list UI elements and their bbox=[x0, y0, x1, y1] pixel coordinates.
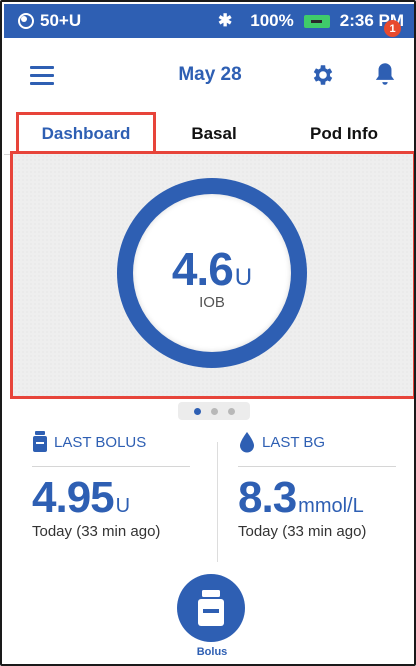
status-bar: 50+U ✱ 100% 2:36 PM bbox=[4, 4, 414, 38]
status-profile: 50+U bbox=[40, 11, 82, 30]
last-bolus-value-row: 4.95 U bbox=[32, 473, 202, 523]
iob-value-row: 4.6U bbox=[133, 242, 291, 296]
last-bg-card: LAST BG 8.3 mmol/L Today (33 min ago) bbox=[238, 430, 408, 540]
iob-circle: 4.6U IOB bbox=[133, 194, 291, 352]
tab-bar: Dashboard Basal Pod Info bbox=[4, 114, 414, 154]
last-bolus-value: 4.95 bbox=[32, 473, 115, 522]
app-header: May 28 bbox=[4, 38, 414, 112]
blood-drop-icon bbox=[240, 432, 254, 453]
tab-basal[interactable]: Basal bbox=[154, 114, 274, 154]
page-dot-3 bbox=[227, 407, 235, 415]
last-bolus-rule bbox=[32, 466, 190, 467]
bolus-button-vial-icon bbox=[198, 590, 224, 626]
last-bolus-unit: U bbox=[115, 495, 131, 517]
last-bolus-label: LAST BOLUS bbox=[54, 433, 147, 451]
iob-value: 4.6 bbox=[171, 243, 234, 295]
iob-ring: 4.6U IOB bbox=[117, 178, 307, 368]
page-indicator[interactable] bbox=[178, 402, 250, 420]
iob-unit: U bbox=[234, 264, 253, 291]
header-date: May 28 bbox=[178, 64, 242, 85]
last-bg-label: LAST BG bbox=[262, 433, 326, 451]
last-bolus-time: Today (33 min ago) bbox=[32, 523, 161, 540]
battery-icon bbox=[303, 14, 330, 28]
tab-pod-info[interactable]: Pod Info bbox=[274, 114, 414, 154]
last-bolus-card: LAST BOLUS 4.95 U Today (33 min ago) bbox=[32, 430, 202, 540]
last-bg-time: Today (33 min ago) bbox=[238, 523, 367, 540]
bell-icon[interactable] bbox=[372, 60, 398, 88]
gear-icon[interactable] bbox=[310, 62, 336, 88]
last-bg-value-row: 8.3 mmol/L bbox=[238, 473, 408, 523]
bolus-vial-icon bbox=[33, 431, 47, 452]
activity-toggle-icon bbox=[18, 13, 34, 29]
iob-label: IOB bbox=[199, 294, 225, 311]
last-bg-rule bbox=[238, 466, 396, 467]
bluetooth-icon: ✱ bbox=[218, 11, 233, 30]
device-screen: 50+U ✱ 100% 2:36 PM May 28 1 Dashboard B… bbox=[0, 0, 416, 666]
bolus-button-label: Bolus bbox=[196, 646, 228, 658]
summary-divider bbox=[217, 442, 218, 562]
last-bg-value: 8.3 bbox=[238, 473, 297, 522]
tab-dashboard[interactable]: Dashboard bbox=[18, 114, 154, 154]
page-dot-1 bbox=[193, 407, 201, 415]
bolus-button[interactable] bbox=[177, 574, 245, 642]
last-bolus-header: LAST BOLUS bbox=[32, 430, 202, 454]
status-left: 50+U bbox=[18, 11, 81, 31]
last-bg-unit: mmol/L bbox=[298, 495, 364, 517]
page-dot-2 bbox=[210, 407, 218, 415]
last-bg-header: LAST BG bbox=[238, 430, 408, 454]
battery-percent: 100% bbox=[250, 11, 294, 30]
status-right: ✱ 100% 2:36 PM bbox=[218, 11, 404, 31]
notification-badge: 1 bbox=[384, 20, 401, 37]
dashboard-panel[interactable]: 4.6U IOB bbox=[13, 154, 413, 396]
